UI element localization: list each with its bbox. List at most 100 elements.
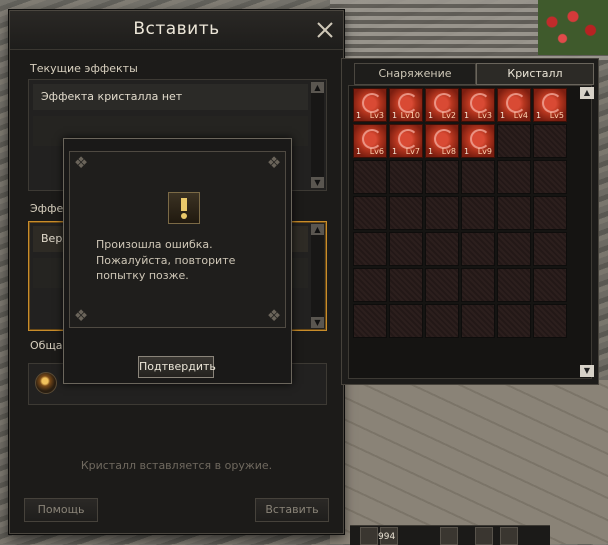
empty-slot[interactable] [497, 160, 531, 194]
empty-slot[interactable] [425, 268, 459, 302]
crystal-item-slot[interactable]: 1 Lv6 [353, 124, 387, 158]
scroll-down-icon[interactable]: ▼ [311, 177, 324, 188]
crystal-inventory-panel: Снаряжение Кристалл 1 Lv3 1 Lv10 1 Lv2 1 Lv3 1 Lv… [341, 58, 599, 385]
crystal-level: Lv6 [369, 147, 384, 156]
crystal-icon [398, 93, 418, 113]
error-popup: ❖ ❖ ❖ ❖ Произошла ошибка. Пожалуйста, по… [63, 138, 292, 384]
empty-slot[interactable] [425, 160, 459, 194]
empty-slot[interactable] [389, 196, 423, 230]
crystal-icon [434, 93, 454, 113]
hotbar-slot[interactable] [500, 527, 518, 545]
empty-slot[interactable] [461, 232, 495, 266]
crystal-icon [542, 93, 562, 113]
crystal-icon [434, 129, 454, 149]
crystal-gem-icon [35, 372, 57, 394]
crystal-item-slot[interactable]: 1 Lv4 [497, 88, 531, 122]
corner-ornament-icon: ❖ [266, 306, 282, 325]
popup-frame: ❖ ❖ ❖ ❖ Произошла ошибка. Пожалуйста, по… [69, 151, 286, 328]
empty-slot[interactable] [533, 268, 567, 302]
empty-slot[interactable] [497, 268, 531, 302]
hotbar-slot[interactable] [475, 527, 493, 545]
crystal-item-slot[interactable]: 1 Lv8 [425, 124, 459, 158]
crystal-item-slot[interactable]: 1 Lv3 [461, 88, 495, 122]
crystal-level: Lv9 [477, 147, 492, 156]
current-effects-label: Текущие эффекты [30, 62, 138, 75]
crystal-level: Lv4 [513, 111, 528, 120]
empty-slot[interactable] [353, 160, 387, 194]
current-effects-scrollbar[interactable]: ▲ ▼ [311, 82, 324, 188]
crystal-count: 1 [536, 111, 542, 120]
crystal-item-slot[interactable]: 1 Lv3 [353, 88, 387, 122]
hotbar-slot[interactable] [440, 527, 458, 545]
scroll-up-icon[interactable]: ▲ [311, 224, 324, 235]
hotbar-slot[interactable] [360, 527, 378, 545]
empty-slot[interactable] [461, 160, 495, 194]
crystal-grid: 1 Lv3 1 Lv10 1 Lv2 1 Lv3 1 Lv4 1 Lv5 1 Lv6 1 Lv7 1 Lv8 1 Lv… [348, 85, 592, 379]
crystal-level: Lv10 [400, 111, 420, 120]
empty-slot[interactable] [389, 160, 423, 194]
crystal-count: 1 [356, 111, 362, 120]
crystal-icon [362, 93, 382, 113]
crystal-count: 1 [392, 147, 398, 156]
error-message-line2: Пожалуйста, повторите попытку позже. [96, 254, 236, 282]
crystal-icon [398, 129, 418, 149]
empty-slot[interactable] [425, 304, 459, 338]
crystal-item-slot[interactable]: 1 Lv7 [389, 124, 423, 158]
crystal-icon [506, 93, 526, 113]
crystal-count: 1 [464, 111, 470, 120]
crystal-count: 1 [428, 111, 434, 120]
crystal-item-slot[interactable]: 1 Lv5 [533, 88, 567, 122]
crystal-item-slot[interactable]: 1 Lv10 [389, 88, 423, 122]
empty-slot[interactable] [533, 304, 567, 338]
tab-equipment[interactable]: Снаряжение [354, 63, 476, 85]
window-titlebar: Вставить [10, 11, 343, 50]
empty-slot[interactable] [389, 232, 423, 266]
empty-slot[interactable] [497, 232, 531, 266]
inventory-scrollbar[interactable]: ▲ ▼ [580, 87, 594, 377]
crystal-level: Lv7 [405, 147, 420, 156]
effects-after-scrollbar[interactable]: ▲ ▼ [311, 224, 324, 328]
empty-slot[interactable] [353, 196, 387, 230]
crystal-item-slot[interactable]: 1 Lv2 [425, 88, 459, 122]
scroll-up-icon[interactable]: ▲ [580, 87, 594, 99]
empty-slot[interactable] [353, 268, 387, 302]
empty-slot[interactable] [353, 304, 387, 338]
close-icon [317, 22, 333, 38]
scroll-down-icon[interactable]: ▼ [311, 317, 324, 328]
empty-slot[interactable] [461, 196, 495, 230]
tab-crystal[interactable]: Кристалл [476, 63, 594, 85]
crystal-count: 1 [428, 147, 434, 156]
empty-slot[interactable] [497, 196, 531, 230]
close-button[interactable] [315, 20, 335, 40]
empty-slot[interactable] [497, 124, 531, 158]
empty-slot[interactable] [425, 196, 459, 230]
empty-slot[interactable] [533, 232, 567, 266]
confirm-button[interactable]: Подтвердить [138, 356, 216, 378]
empty-slot[interactable] [533, 196, 567, 230]
empty-slot[interactable] [497, 304, 531, 338]
empty-slot[interactable] [461, 268, 495, 302]
crystal-icon [470, 129, 490, 149]
hint-text: Кристалл вставляется в оружие. [80, 459, 273, 472]
crystal-level: Lv3 [477, 111, 492, 120]
background-floor [330, 380, 608, 544]
help-button[interactable]: Помощь [24, 498, 98, 522]
empty-slot[interactable] [533, 160, 567, 194]
crystal-level: Lv2 [441, 111, 456, 120]
crystal-item-slot[interactable]: 1 Lv9 [461, 124, 495, 158]
empty-slot[interactable] [533, 124, 567, 158]
corner-ornament-icon: ❖ [73, 153, 89, 172]
crystal-count: 1 [392, 111, 398, 120]
insert-button[interactable]: Вставить [255, 498, 329, 522]
empty-slot[interactable] [353, 232, 387, 266]
empty-slot[interactable] [461, 304, 495, 338]
empty-slot[interactable] [425, 232, 459, 266]
scroll-up-icon[interactable]: ▲ [311, 82, 324, 93]
empty-slot[interactable] [389, 304, 423, 338]
error-message-line1: Произошла ошибка. [96, 238, 213, 251]
crystal-level: Lv3 [369, 111, 384, 120]
scroll-down-icon[interactable]: ▼ [580, 365, 594, 377]
background-flowers [538, 0, 608, 55]
empty-slot[interactable] [389, 268, 423, 302]
crystal-level: Lv8 [441, 147, 456, 156]
